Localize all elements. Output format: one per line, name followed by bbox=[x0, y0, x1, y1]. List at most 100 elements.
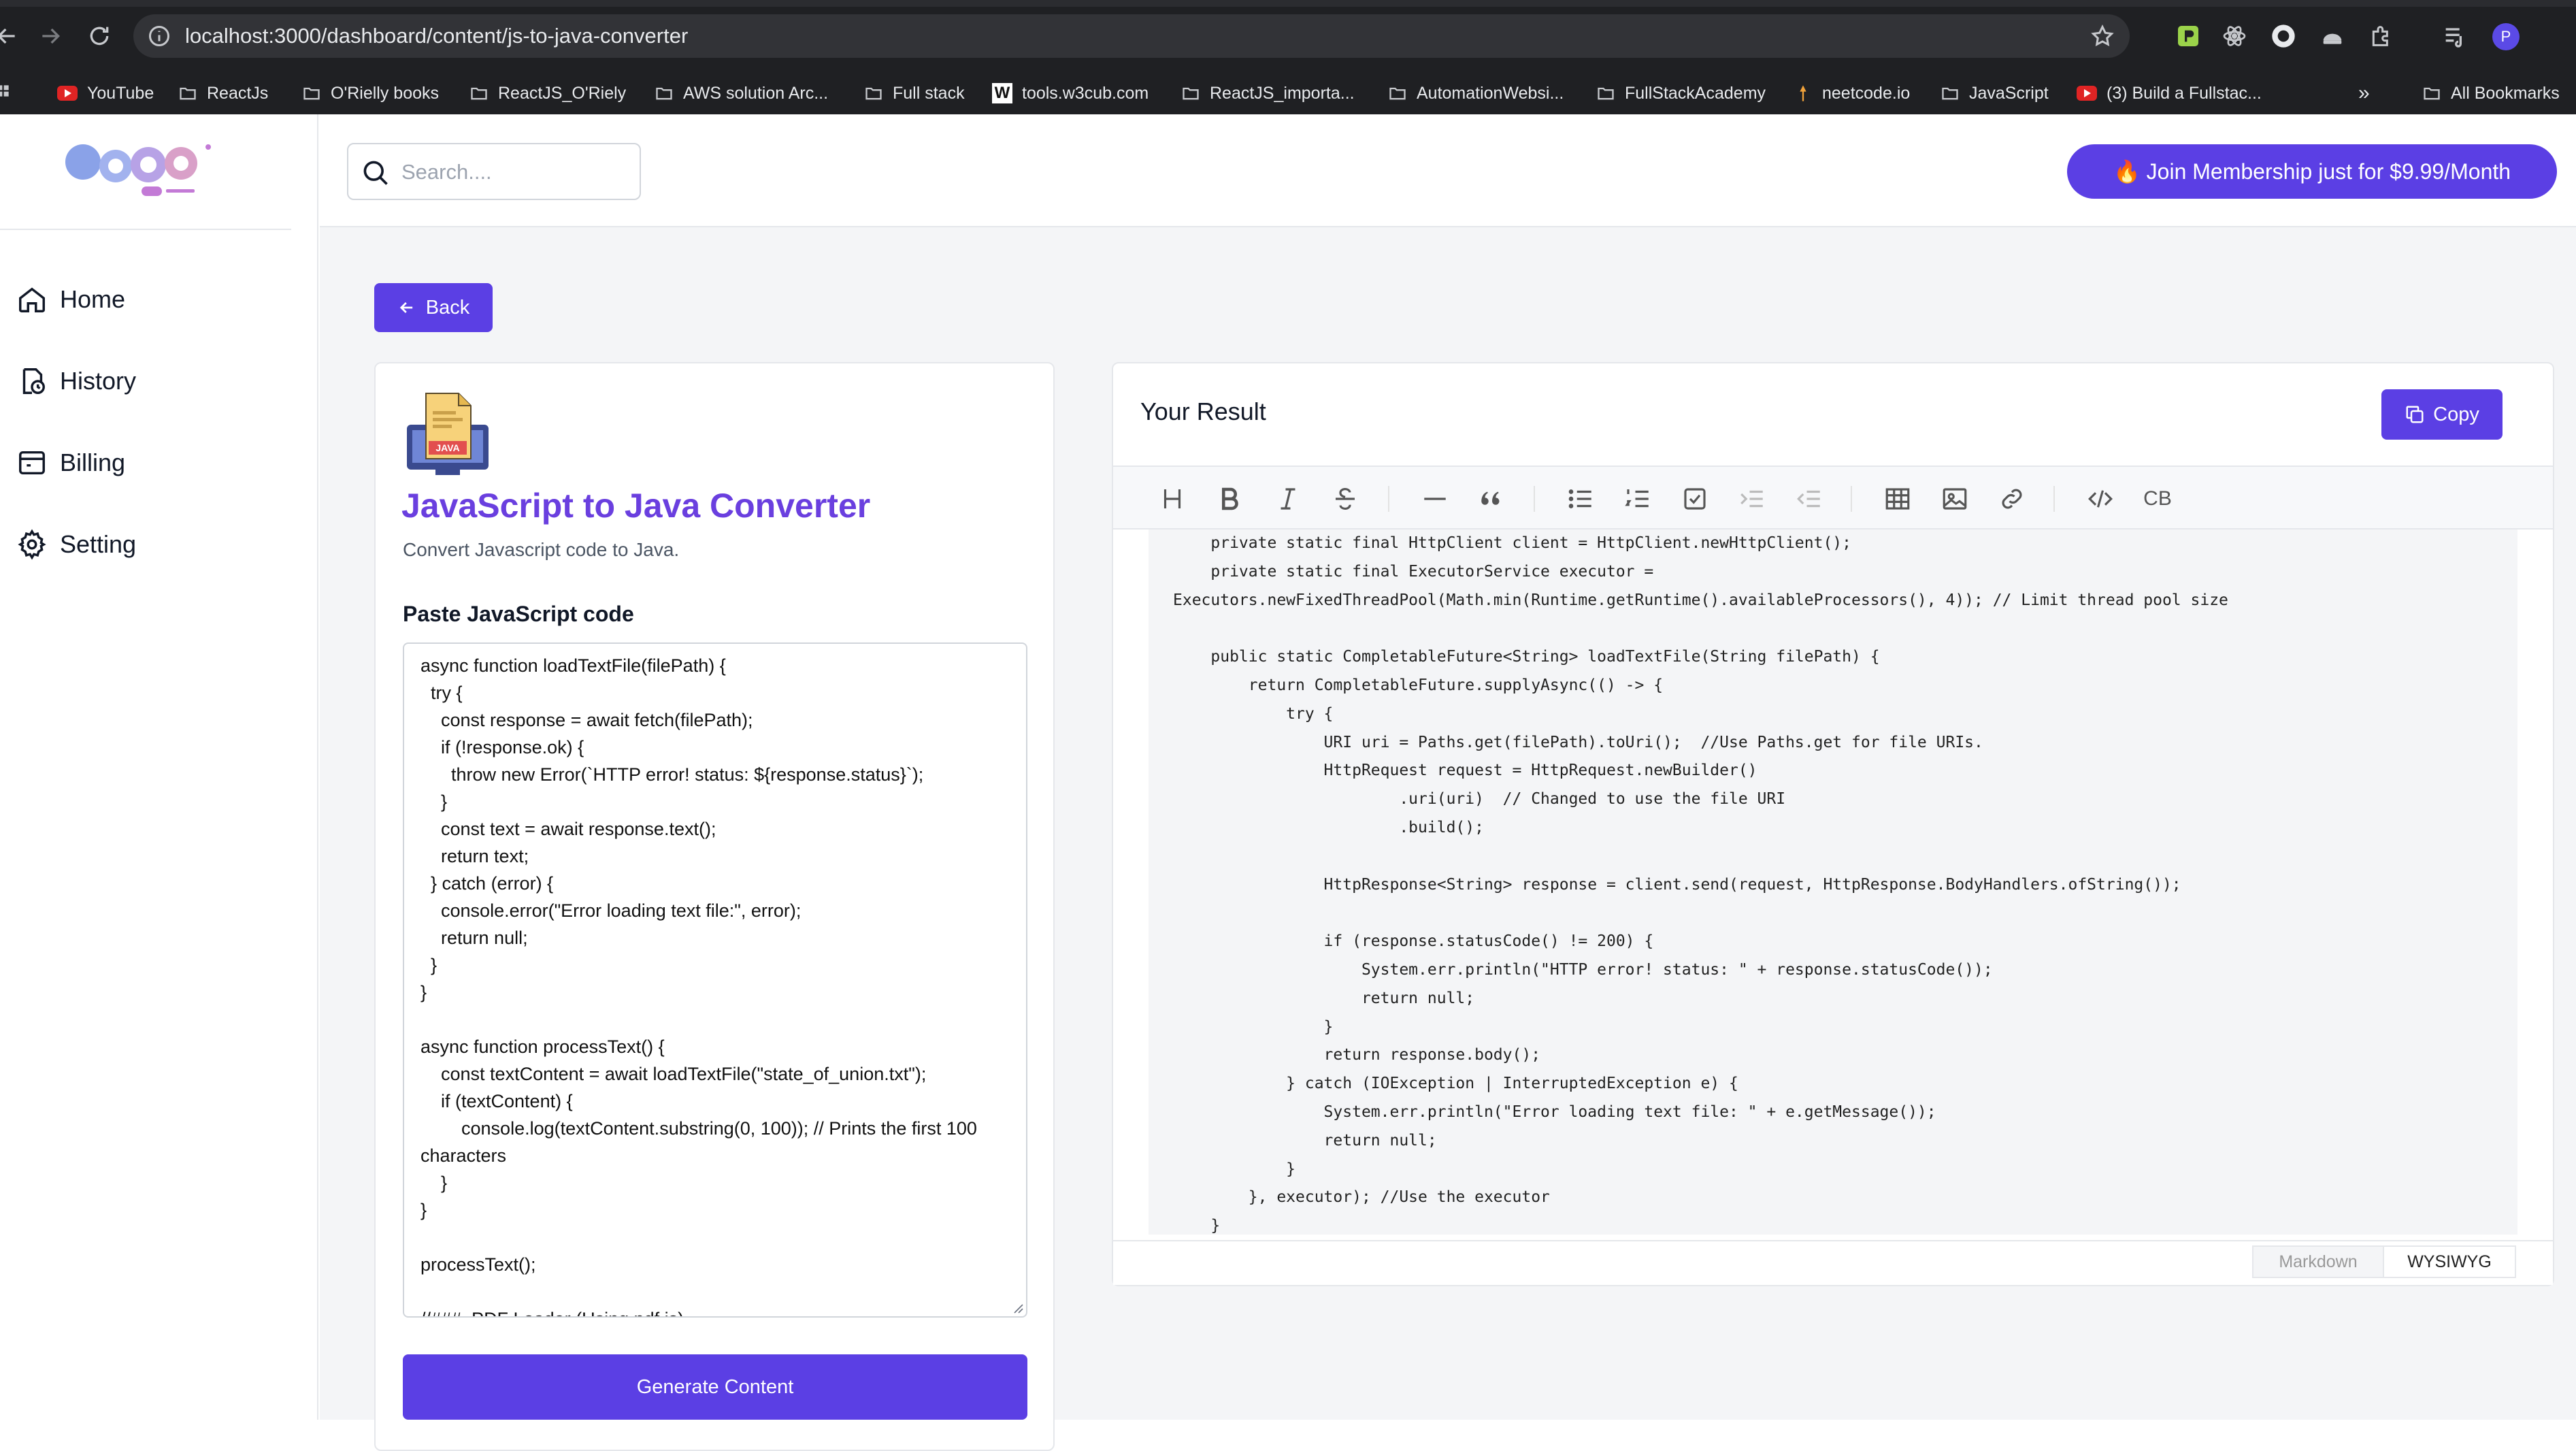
profile-avatar[interactable]: P bbox=[2492, 23, 2520, 50]
folder-icon bbox=[303, 87, 320, 100]
bookmark-item[interactable]: AWS solution Arc... bbox=[655, 72, 828, 114]
more-bookmarks-button[interactable]: » bbox=[2358, 72, 2370, 114]
javascript-code-input[interactable]: async function loadTextFile(filePath) { … bbox=[403, 642, 1027, 1318]
media-queue-icon[interactable] bbox=[2441, 22, 2468, 50]
join-membership-button[interactable]: 🔥 Join Membership just for $9.99/Month bbox=[2067, 144, 2557, 199]
bookmark-item[interactable]: AutomationWebsi... bbox=[1388, 72, 1564, 114]
extension-globe-icon[interactable] bbox=[2270, 22, 2297, 50]
horizontal-rule-icon[interactable] bbox=[1418, 482, 1452, 516]
bookmark-item[interactable]: ReactJS_importa... bbox=[1181, 72, 1355, 114]
all-bookmarks-folder[interactable]: All Bookmarks bbox=[2422, 72, 2560, 114]
link-icon[interactable] bbox=[1995, 482, 2029, 516]
bookmark-item[interactable]: ReactJS_O'Riely bbox=[469, 72, 626, 114]
italic-icon[interactable] bbox=[1271, 482, 1305, 516]
back-arrow-icon[interactable] bbox=[0, 22, 20, 50]
result-editor[interactable]: private static final HttpClient client =… bbox=[1149, 529, 2517, 1235]
folder-icon bbox=[2424, 87, 2440, 100]
home-icon bbox=[19, 287, 45, 312]
heading-icon[interactable] bbox=[1155, 482, 1189, 516]
arrow-left-icon bbox=[399, 302, 412, 313]
copy-button[interactable]: Copy bbox=[2381, 389, 2503, 440]
result-card: Your Result Copy CB private static final… bbox=[1112, 362, 2554, 1286]
sidebar-divider bbox=[0, 229, 291, 230]
sidebar-item-label: History bbox=[60, 367, 137, 395]
sidebar-item-setting[interactable]: Setting bbox=[16, 517, 136, 572]
main-content: 🔥 Join Membership just for $9.99/Month B… bbox=[320, 114, 2576, 1451]
code-block-icon[interactable]: CB bbox=[2141, 482, 2175, 516]
ordered-list-icon[interactable] bbox=[1621, 482, 1655, 516]
sidebar-item-label: Home bbox=[60, 285, 126, 313]
outdent-icon[interactable] bbox=[1792, 482, 1826, 516]
strikethrough-icon[interactable] bbox=[1328, 482, 1362, 516]
forward-arrow-icon[interactable] bbox=[37, 22, 64, 50]
bookmark-item[interactable]: JavaScript bbox=[1941, 72, 2049, 114]
history-icon bbox=[22, 368, 45, 394]
search-input[interactable] bbox=[401, 152, 626, 192]
back-label: Back bbox=[425, 296, 470, 319]
indent-icon[interactable] bbox=[1735, 482, 1769, 516]
image-icon[interactable] bbox=[1938, 482, 1972, 516]
search-icon bbox=[363, 161, 388, 185]
extension-cloud-icon[interactable] bbox=[2319, 22, 2346, 50]
code-icon[interactable] bbox=[2083, 482, 2117, 516]
site-info-icon[interactable] bbox=[147, 24, 171, 48]
sidebar-item-billing[interactable]: Billing bbox=[16, 436, 125, 490]
resize-handle-icon[interactable] bbox=[1011, 1301, 1023, 1314]
result-title: Your Result bbox=[1140, 397, 1266, 425]
task-list-icon[interactable] bbox=[1678, 482, 1712, 516]
toolbar-divider bbox=[1534, 486, 1535, 512]
search-box[interactable] bbox=[347, 143, 641, 200]
tab-strip bbox=[0, 0, 2576, 7]
folder-icon bbox=[1942, 87, 1958, 100]
bold-icon[interactable] bbox=[1212, 482, 1246, 516]
back-button[interactable]: Back bbox=[374, 283, 493, 332]
top-header: 🔥 Join Membership just for $9.99/Month bbox=[320, 114, 2576, 227]
sidebar: Home History Billing Setting bbox=[0, 114, 318, 1420]
bookmarks-bar: YouTube ReactJs O'Rielly books ReactJS_O… bbox=[0, 72, 2576, 114]
editor-mode-bar: Markdown WYSIWYG bbox=[1113, 1240, 2553, 1285]
folder-icon bbox=[180, 87, 196, 100]
browser-toolbar: localhost:3000/dashboard/content/js-to-j… bbox=[0, 0, 2576, 72]
blockquote-icon[interactable] bbox=[1475, 482, 1509, 516]
bookmark-item[interactable]: Wtools.w3cub.com bbox=[992, 72, 1149, 114]
toolbar-divider bbox=[1388, 486, 1389, 512]
neetcode-icon bbox=[1800, 85, 1806, 101]
logo[interactable] bbox=[60, 135, 230, 203]
billing-icon bbox=[19, 451, 45, 475]
table-icon[interactable] bbox=[1881, 482, 1915, 516]
result-code[interactable]: private static final HttpClient client =… bbox=[1173, 529, 2228, 1235]
sidebar-item-label: Billing bbox=[60, 449, 126, 476]
tab-wysiwyg[interactable]: WYSIWYG bbox=[2384, 1245, 2516, 1278]
bookmark-item[interactable]: ReactJs bbox=[178, 72, 268, 114]
address-bar[interactable]: localhost:3000/dashboard/content/js-to-j… bbox=[133, 14, 2130, 58]
folder-icon bbox=[1183, 87, 1199, 100]
sidebar-item-history[interactable]: History bbox=[16, 354, 136, 408]
react-devtools-icon[interactable] bbox=[2221, 22, 2248, 50]
sidebar-item-home[interactable]: Home bbox=[16, 272, 125, 327]
extensions-puzzle-icon[interactable] bbox=[2368, 22, 2395, 50]
generate-content-button[interactable]: Generate Content bbox=[403, 1354, 1027, 1420]
editor-toolbar: CB bbox=[1113, 466, 2553, 529]
tab-markdown[interactable]: Markdown bbox=[2252, 1245, 2384, 1278]
w3cub-icon: W bbox=[992, 83, 1012, 103]
toolbar-divider bbox=[2053, 486, 2055, 512]
bookmark-item[interactable]: (3) Build a Fullstac... bbox=[2077, 72, 2262, 114]
folder-icon bbox=[471, 87, 487, 100]
folder-icon bbox=[1389, 87, 1406, 100]
input-card: JAVA JavaScript to Java Converter Conver… bbox=[374, 362, 1055, 1451]
code-input-text[interactable]: async function loadTextFile(filePath) { … bbox=[420, 652, 1012, 1316]
bookmark-item[interactable]: FullStackAcademy bbox=[1596, 72, 1766, 114]
sidebar-item-label: Setting bbox=[60, 530, 137, 558]
reload-icon[interactable] bbox=[86, 22, 113, 50]
bullet-list-icon[interactable] bbox=[1564, 482, 1598, 516]
extension-green-icon[interactable] bbox=[2175, 22, 2202, 50]
apps-grid-icon[interactable] bbox=[0, 72, 24, 114]
page-description: Convert Javascript code to Java. bbox=[403, 539, 680, 560]
toolbar-divider bbox=[1851, 486, 1852, 512]
bookmark-item[interactable]: O'Rielly books bbox=[302, 72, 439, 114]
bookmark-star-icon[interactable] bbox=[2090, 24, 2115, 48]
bookmark-item[interactable]: Full stack bbox=[864, 72, 965, 114]
bookmark-item[interactable]: neetcode.io bbox=[1794, 72, 1910, 114]
url-text[interactable]: localhost:3000/dashboard/content/js-to-j… bbox=[185, 24, 688, 48]
bookmark-item[interactable]: YouTube bbox=[57, 72, 154, 114]
